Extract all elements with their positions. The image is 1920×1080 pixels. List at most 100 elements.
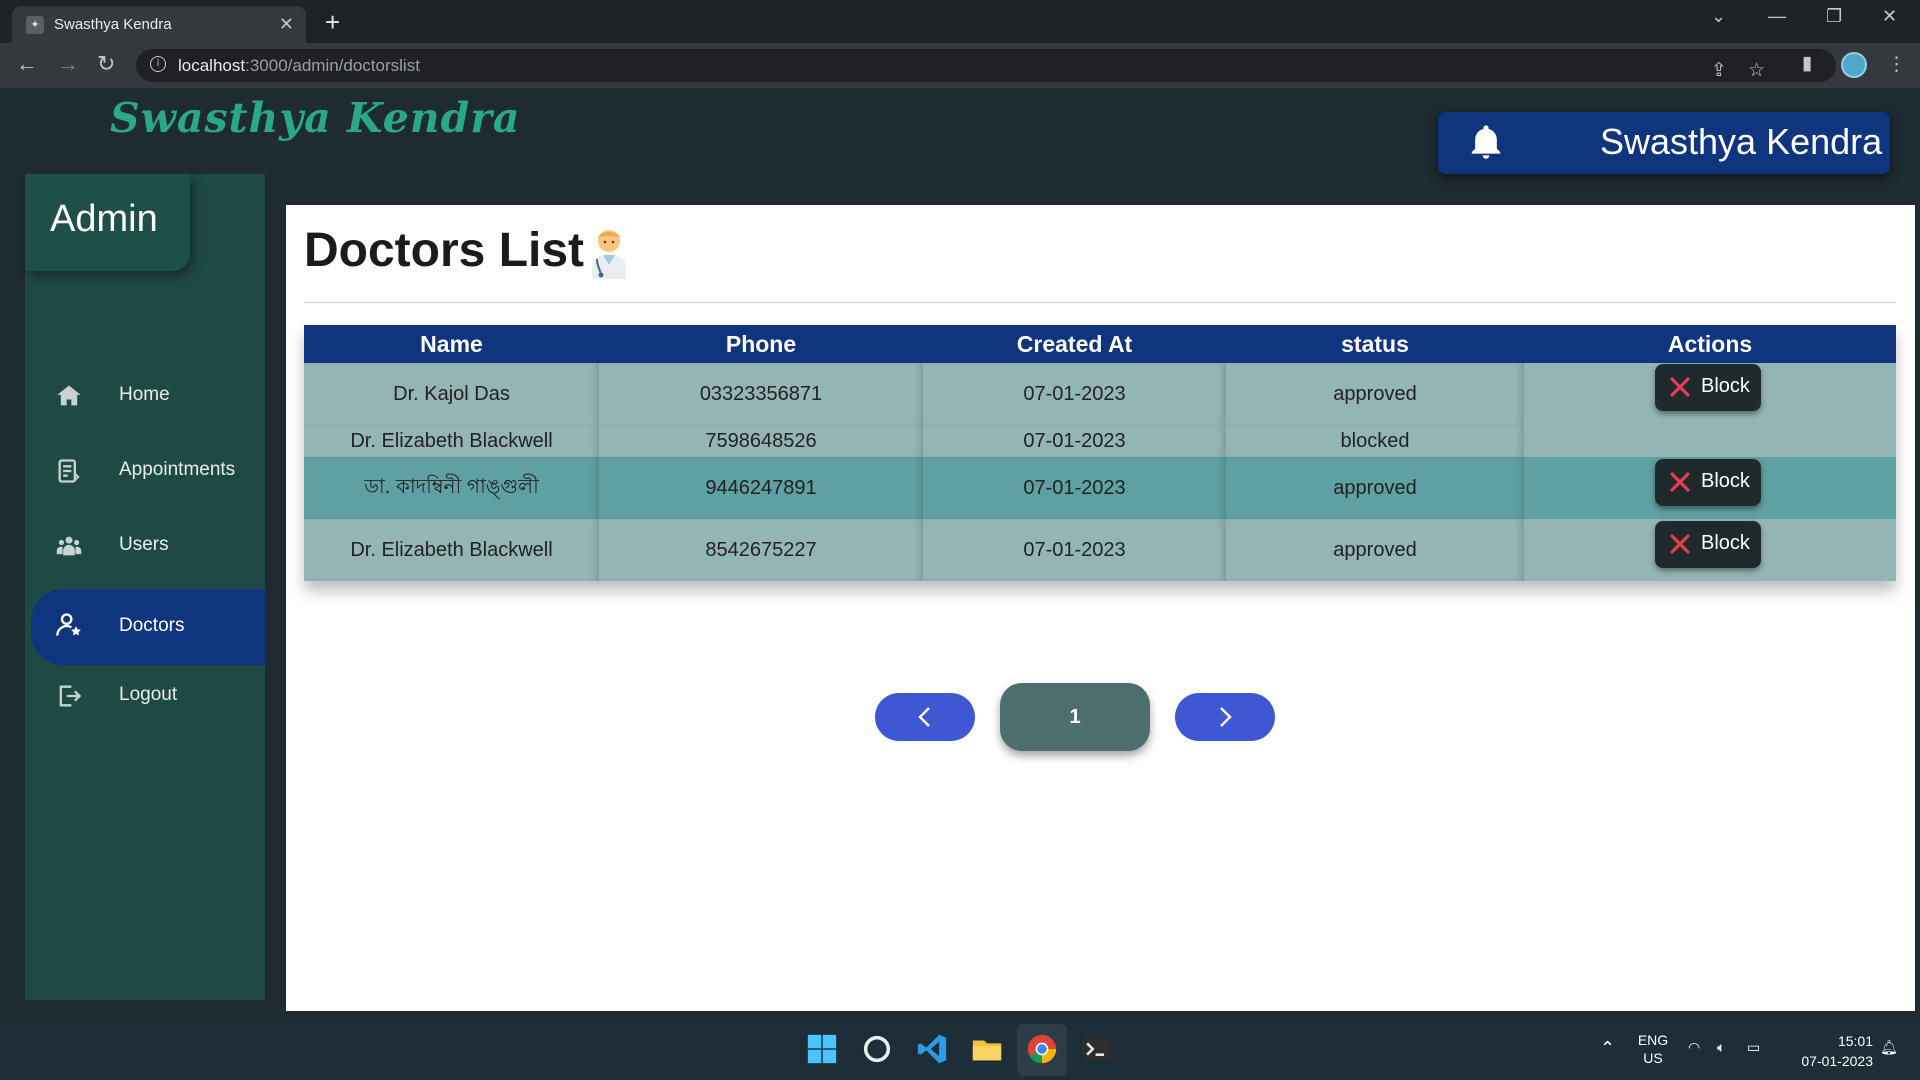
close-x-icon <box>1670 534 1690 554</box>
close-window-button[interactable]: ✕ <box>1882 6 1897 27</box>
cell-actions <box>1524 425 1896 457</box>
cell-created-at: 07-01-2023 <box>923 425 1226 457</box>
appointments-icon <box>58 459 80 483</box>
address-bar[interactable]: i localhost:3000/admin/doctorslist ⇪ ☆ <box>136 49 1836 82</box>
app-root: Swasthya Kendra Swasthya Kendra Admin Ho… <box>0 88 1920 1020</box>
title-divider <box>304 302 1896 303</box>
main-content: Doctors List Name Phone Created At statu… <box>286 205 1915 1011</box>
chrome-icon[interactable] <box>1025 1032 1059 1066</box>
logout-icon <box>59 685 82 707</box>
next-page-button[interactable] <box>1175 693 1275 741</box>
minimize-button[interactable]: — <box>1768 6 1786 27</box>
current-page-indicator[interactable]: 1 <box>1000 683 1150 751</box>
home-icon <box>57 385 81 406</box>
header-title: Swasthya Kendra <box>1600 121 1883 162</box>
site-favicon-icon: ✦ <box>26 16 44 34</box>
table-row: Dr. Kajol Das 03323356871 07-01-2023 app… <box>304 363 1896 425</box>
language-indicator[interactable]: ENG US <box>1636 1031 1670 1067</box>
cell-name: Dr. Elizabeth Blackwell <box>304 519 599 581</box>
users-icon <box>56 536 82 556</box>
tab-search-icon[interactable]: ⌄ <box>1711 6 1726 27</box>
cell-created-at: 07-01-2023 <box>923 363 1226 425</box>
profile-avatar[interactable] <box>1841 52 1867 78</box>
chevron-right-icon <box>1220 707 1232 727</box>
battery-icon[interactable]: ▭ <box>1747 1039 1760 1056</box>
file-explorer-icon[interactable] <box>970 1032 1004 1066</box>
sidebar-title: Admin <box>50 198 158 240</box>
url-path: :3000/admin/doctorslist <box>245 56 420 75</box>
clock[interactable]: 15:01 07-01-2023 <box>1783 1031 1873 1071</box>
table-row: ডা. কাদম্বিনী গাঙ্গুলী 9446247891 07-01-… <box>304 457 1896 519</box>
cell-name: Dr. Kajol Das <box>304 363 599 425</box>
block-button[interactable]: Block <box>1655 459 1761 506</box>
sidebar-item-appointments[interactable]: Appointments <box>31 439 265 503</box>
sidebar: Admin Home Appointments Users Doctors Lo… <box>25 174 265 1000</box>
cell-actions: Block <box>1524 363 1896 425</box>
sidebar-item-doctors[interactable]: Doctors <box>31 589 265 665</box>
sidebar-item-users[interactable]: Users <box>31 514 265 578</box>
tab-title: Swasthya Kendra <box>54 16 172 33</box>
block-button-label: Block <box>1701 532 1750 554</box>
column-header-actions: Actions <box>1667 331 1753 357</box>
sidebar-item-label: Doctors <box>119 615 185 636</box>
clock-date: 07-01-2023 <box>1801 1053 1873 1069</box>
chevron-left-icon <box>918 707 930 727</box>
windows-start-icon[interactable] <box>805 1032 839 1066</box>
os-taskbar: ⌃ ENG US ◠ 🔈︎ ▭ 15:01 07-01-2023 🔔︎ <box>0 1020 1920 1080</box>
sidebar-item-logout[interactable]: Logout <box>31 664 265 728</box>
wifi-icon[interactable]: ◠ <box>1688 1039 1700 1056</box>
column-header-name: Name <box>420 331 483 357</box>
browser-toolbar: ← → ↻ i localhost:3000/admin/doctorslist… <box>0 43 1920 88</box>
table-row: Dr. Elizabeth Blackwell 8542675227 07-01… <box>304 519 1896 581</box>
browser-menu-icon[interactable]: ⋮ <box>1887 53 1906 75</box>
block-button[interactable]: Block <box>1655 364 1761 411</box>
doctors-table: Name Phone Created At status Actions Dr.… <box>304 325 1896 581</box>
url-text[interactable]: localhost:3000/admin/doctorslist <box>178 56 420 76</box>
column-header-phone: Phone <box>725 331 797 357</box>
sidebar-item-home[interactable]: Home <box>31 364 265 428</box>
reload-button[interactable]: ↻ <box>97 51 115 77</box>
tab-close-icon[interactable]: ✕ <box>279 14 294 35</box>
brand-logo[interactable]: Swasthya Kendra <box>110 94 520 142</box>
block-button[interactable]: Block <box>1655 521 1761 568</box>
new-tab-button[interactable]: + <box>325 7 340 38</box>
share-icon[interactable]: ⇪ <box>1711 59 1727 81</box>
block-button-label: Block <box>1701 375 1750 397</box>
volume-icon[interactable]: 🔈︎ <box>1717 1039 1725 1056</box>
table-row: Dr. Elizabeth Blackwell 7598648526 07-01… <box>304 425 1896 457</box>
vscode-icon[interactable] <box>915 1032 949 1066</box>
cell-phone: 7598648526 <box>599 425 923 457</box>
terminal-icon[interactable] <box>1080 1032 1114 1066</box>
column-header-status: status <box>1341 331 1409 357</box>
restore-button[interactable]: ❐ <box>1826 6 1842 27</box>
cell-created-at: 07-01-2023 <box>923 519 1226 581</box>
tray-overflow-chevron-icon[interactable]: ⌃ <box>1600 1038 1615 1059</box>
cell-status: approved <box>1226 519 1524 581</box>
doctor-icon <box>56 613 81 636</box>
search-circle-icon[interactable] <box>860 1032 894 1066</box>
bookmark-star-icon[interactable]: ☆ <box>1748 59 1765 81</box>
sidebar-header: Admin <box>25 174 190 271</box>
side-panel-icon[interactable]: ▮ <box>1802 52 1812 74</box>
cell-status: approved <box>1226 363 1524 425</box>
cell-phone: 9446247891 <box>599 457 923 519</box>
notifications-icon[interactable]: 🔔︎ <box>1880 1039 1898 1056</box>
keyboard-layout: US <box>1643 1050 1663 1066</box>
back-button[interactable]: ← <box>16 51 38 77</box>
block-button-label: Block <box>1701 470 1750 492</box>
cell-actions: Block <box>1524 519 1896 581</box>
clock-time: 15:01 <box>1837 1033 1873 1049</box>
cell-status: approved <box>1226 457 1524 519</box>
doctor-emoji-icon <box>592 230 626 279</box>
bell-icon[interactable] <box>1466 122 1506 162</box>
cell-status: blocked <box>1226 425 1524 457</box>
cell-created-at: 07-01-2023 <box>923 457 1226 519</box>
page-title: Doctors List <box>304 224 585 277</box>
sidebar-item-label: Users <box>119 534 169 555</box>
previous-page-button[interactable] <box>875 693 975 741</box>
forward-button[interactable]: → <box>57 51 79 77</box>
browser-tab[interactable]: ✦ Swasthya Kendra ✕ <box>12 6 306 43</box>
cell-actions: Block <box>1524 457 1896 519</box>
cell-name: ডা. কাদম্বিনী গাঙ্গুলী <box>304 457 599 519</box>
site-info-icon[interactable]: i <box>150 56 166 72</box>
